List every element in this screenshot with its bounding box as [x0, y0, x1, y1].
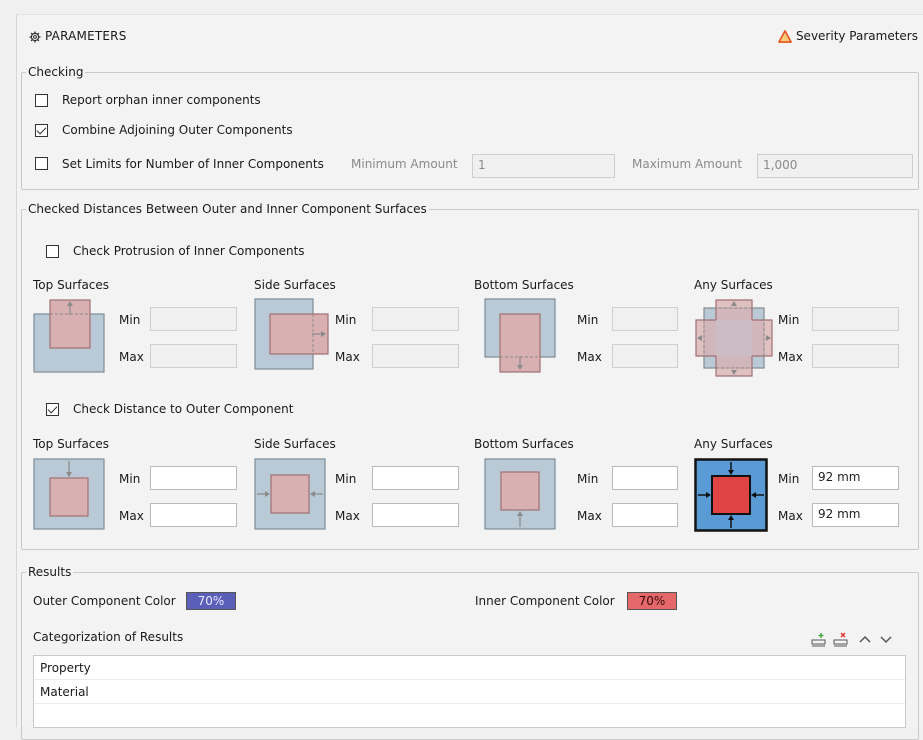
protrusion-top-max-field[interactable] [150, 344, 237, 368]
distance-any-max-label: Max [778, 509, 803, 523]
max-amount-field[interactable]: 1,000 [757, 154, 913, 178]
report-orphan-checkbox[interactable] [35, 94, 48, 107]
distance-side-max-field[interactable] [372, 503, 459, 527]
protrusion-bottom-max-label: Max [577, 350, 602, 364]
distance-top-max-label: Max [119, 509, 144, 523]
protrusion-label: Check Protrusion of Inner Components [73, 244, 305, 258]
panel-title: PARAMETERS [29, 29, 127, 43]
panel-title-text: PARAMETERS [45, 29, 127, 43]
distance-top-min-label: Min [119, 472, 141, 486]
distance-bottom-min-field[interactable] [612, 466, 678, 490]
protrusion-any-min-label: Min [778, 313, 800, 327]
protrusion-bottom-max-field[interactable] [612, 344, 678, 368]
distances-legend: Checked Distances Between Outer and Inne… [28, 202, 427, 216]
distance-bottom-min-label: Min [577, 472, 599, 486]
checking-legend: Checking [28, 65, 84, 79]
protrusion-any-max-field[interactable] [812, 344, 899, 368]
protrusion-bottom-min-label: Min [577, 313, 599, 327]
protrusion-bottom-diagram [484, 298, 556, 373]
distance-checkbox[interactable] [46, 403, 59, 416]
protrusion-top-min-field[interactable] [150, 307, 237, 331]
protrusion-side-min-label: Min [335, 313, 357, 327]
distance-label: Check Distance to Outer Component [73, 402, 294, 416]
protrusion-any-surfaces-label: Any Surfaces [694, 278, 773, 292]
distance-side-surfaces-label: Side Surfaces [254, 437, 336, 451]
combine-adjoining-label: Combine Adjoining Outer Components [62, 123, 293, 137]
combine-adjoining-checkbox[interactable] [35, 124, 48, 137]
list-item[interactable]: Material [34, 680, 905, 704]
warning-triangle-icon [778, 30, 792, 43]
distance-bottom-diagram [484, 458, 556, 530]
min-amount-field[interactable]: 1 [472, 154, 615, 178]
protrusion-side-max-field[interactable] [372, 344, 459, 368]
distance-any-min-field[interactable]: 92 mm [812, 466, 899, 490]
distance-any-diagram [694, 458, 768, 532]
protrusion-any-max-label: Max [778, 350, 803, 364]
report-orphan-label: Report orphan inner components [62, 93, 261, 107]
distance-any-min-label: Min [778, 472, 800, 486]
distance-top-max-field[interactable] [150, 503, 237, 527]
protrusion-any-diagram [695, 299, 773, 377]
protrusion-top-diagram [33, 299, 105, 373]
distance-bottom-surfaces-label: Bottom Surfaces [474, 437, 574, 451]
list-item[interactable]: Property [34, 656, 905, 680]
distance-top-min-field[interactable] [150, 466, 237, 490]
distance-any-max-field[interactable]: 92 mm [812, 503, 899, 527]
protrusion-checkbox[interactable] [46, 245, 59, 258]
set-limits-label: Set Limits for Number of Inner Component… [62, 157, 324, 171]
outer-color-swatch[interactable]: 70% [186, 592, 236, 610]
distance-top-surfaces-label: Top Surfaces [33, 437, 110, 451]
set-limits-checkbox[interactable] [35, 157, 48, 170]
inner-color-label: Inner Component Color [475, 594, 615, 608]
categorization-list: Property Material [33, 655, 906, 728]
distance-bottom-max-label: Max [577, 509, 602, 523]
protrusion-top-surfaces-label: Top Surfaces [33, 278, 110, 292]
chevron-up-icon[interactable] [858, 631, 872, 647]
protrusion-any-min-field[interactable] [812, 307, 899, 331]
max-amount-label: Maximum Amount [632, 157, 743, 171]
distance-side-max-label: Max [335, 509, 360, 523]
results-legend: Results [28, 565, 72, 579]
outer-color-label: Outer Component Color [33, 594, 176, 608]
distance-top-diagram [33, 458, 105, 530]
severity-parameters-link[interactable]: Severity Parameters [778, 29, 918, 43]
distance-side-min-field[interactable] [372, 466, 459, 490]
protrusion-top-min-label: Min [119, 313, 141, 327]
distance-side-diagram [254, 458, 326, 530]
chevron-down-icon[interactable] [879, 631, 893, 647]
protrusion-side-diagram [254, 298, 329, 370]
add-row-icon[interactable] [811, 631, 827, 647]
distance-any-surfaces-label: Any Surfaces [694, 437, 773, 451]
distance-side-min-label: Min [335, 472, 357, 486]
severity-parameters-label: Severity Parameters [795, 29, 918, 43]
remove-row-icon[interactable] [833, 631, 849, 647]
gear-icon [29, 31, 41, 43]
protrusion-side-surfaces-label: Side Surfaces [254, 278, 336, 292]
inner-color-swatch[interactable]: 70% [627, 592, 677, 610]
parameters-panel: PARAMETERS Severity Parameters Checking … [16, 14, 923, 740]
protrusion-bottom-surfaces-label: Bottom Surfaces [474, 278, 574, 292]
protrusion-top-max-label: Max [119, 350, 144, 364]
panel-header: PARAMETERS Severity Parameters [17, 29, 923, 49]
categorization-label: Categorization of Results [33, 630, 184, 644]
protrusion-side-min-field[interactable] [372, 307, 459, 331]
min-amount-label: Minimum Amount [351, 157, 458, 171]
distance-bottom-max-field[interactable] [612, 503, 678, 527]
protrusion-side-max-label: Max [335, 350, 360, 364]
protrusion-bottom-min-field[interactable] [612, 307, 678, 331]
